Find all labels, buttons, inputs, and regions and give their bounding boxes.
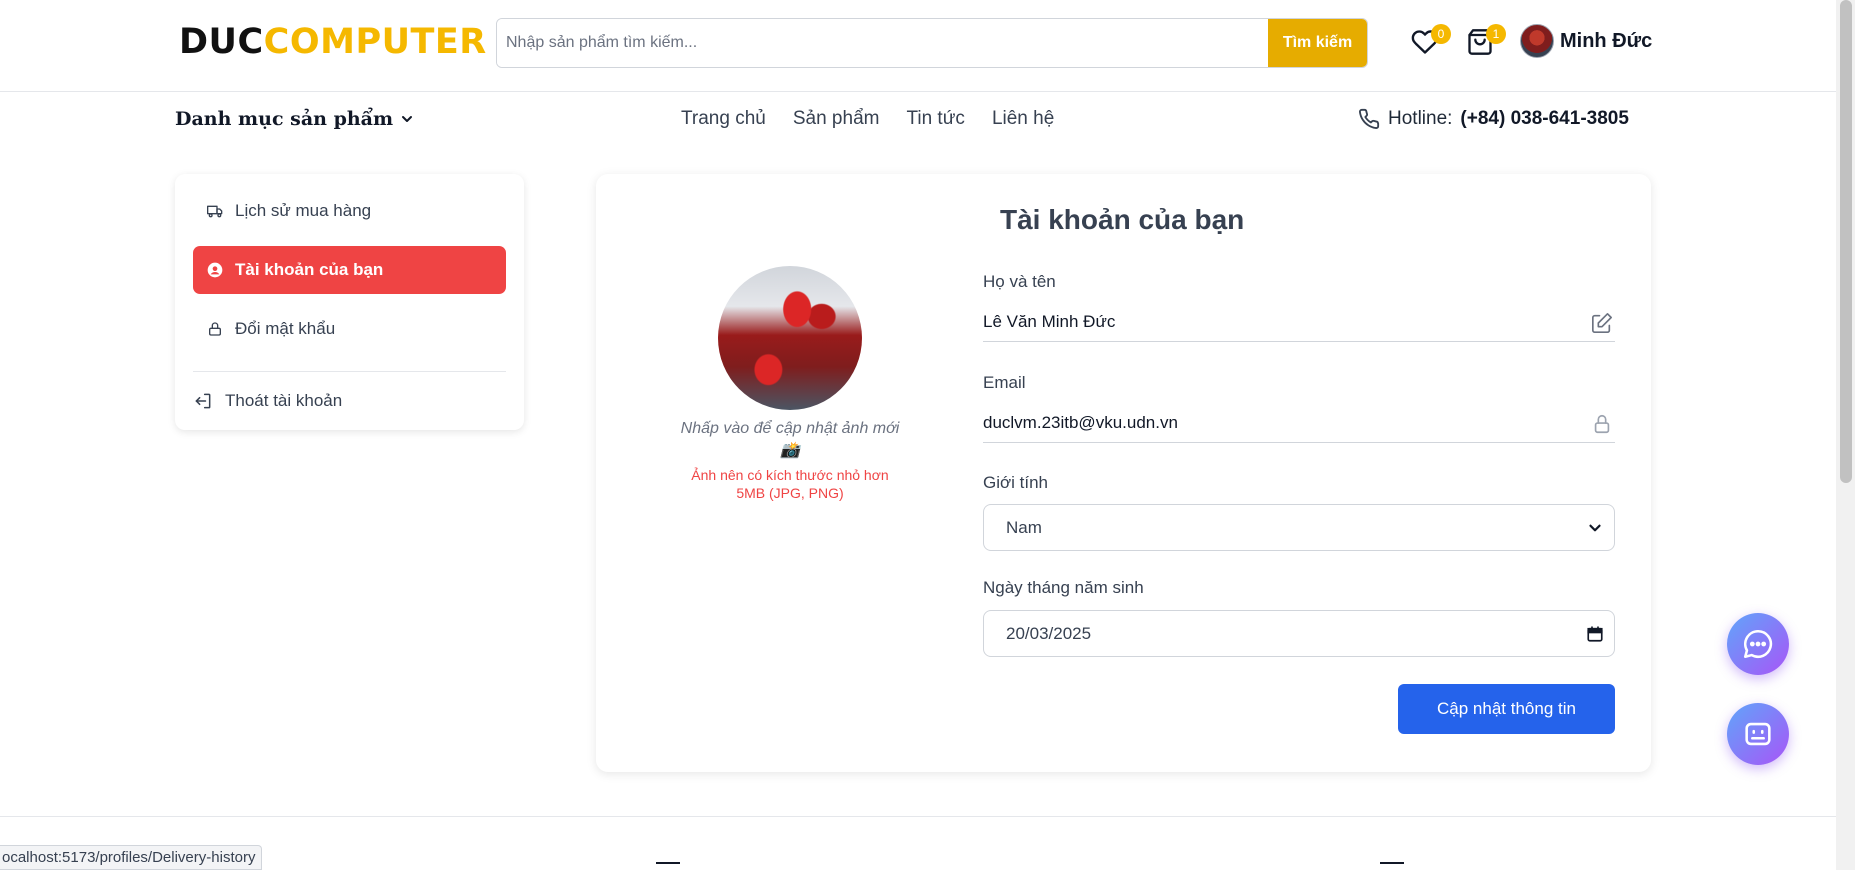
dob-value: 20/03/2025 [1006,623,1092,643]
nav-link-news[interactable]: Tin tức [906,108,964,130]
avatar-upload-hint: Nhấp vào để cập nhật ảnh mới 📸 [680,420,900,459]
wishlist-button[interactable]: 0 [1411,24,1451,58]
chatbot-button[interactable] [1727,703,1789,765]
phone-icon [1359,108,1380,129]
hotline: Hotline: (+84) 038-641-3805 [1358,108,1629,130]
dob-input[interactable]: 20/03/2025 [983,610,1615,657]
avatar [1520,24,1554,58]
profile-avatar-upload[interactable] [718,266,862,410]
user-name: Minh Đức [1560,29,1653,52]
logo-text-duc: DUC [179,22,264,62]
search-bar: Tìm kiếm [496,18,1368,68]
categories-dropdown[interactable]: Danh mục sản phẩm [175,108,415,130]
nav-link-home[interactable]: Trang chủ [681,108,766,130]
browser-status-url: ocalhost:5173/profiles/Delivery-history [0,845,263,870]
edit-icon[interactable] [1591,312,1613,334]
search-button[interactable]: Tìm kiếm [1268,19,1367,67]
sidebar-item-label: Đổi mật khẩu [235,319,336,338]
footer-heading-peek [656,862,680,870]
site-header: DUCCOMPUTER Tìm kiếm 0 1 Minh Đức [0,0,1836,92]
nav-link-products[interactable]: Sản phẩm [793,108,880,130]
sidebar-item-change-password[interactable]: Đổi mật khẩu [193,305,506,353]
sidebar-item-account[interactable]: Tài khoản của bạn [193,246,506,294]
cart-count-badge: 1 [1486,24,1506,44]
avatar-size-warning: Ảnh nên có kích thước nhỏ hơn 5MB (JPG, … [691,467,889,501]
fullname-label: Họ và tên [983,272,1056,291]
footer-divider [0,816,1836,817]
hotline-number[interactable]: (+84) 038-641-3805 [1460,108,1629,130]
cart-button[interactable]: 1 [1466,24,1506,58]
sidebar-item-purchase-history[interactable]: Lịch sử mua hàng [193,187,506,235]
update-profile-button[interactable]: Cập nhật thông tin [1398,684,1615,734]
calendar-icon[interactable] [1586,625,1604,643]
search-input[interactable] [497,19,1268,67]
sidebar-divider [193,371,506,372]
gender-select[interactable]: Nam [983,504,1615,551]
truck-icon [207,205,223,218]
fullname-value: Lê Văn Minh Đức [983,311,1116,331]
page-title: Tài khoản của bạn [1000,204,1245,235]
user-menu[interactable]: Minh Đức [1520,24,1652,58]
logout-button[interactable]: Thoát tài khoản [193,377,506,425]
categories-label: Danh mục sản phẩm [175,108,394,130]
main-nav: Danh mục sản phẩm Trang chủ Sản phẩm Tin… [0,92,1836,150]
chat-button[interactable] [1727,613,1789,675]
sidebar-item-label: Lịch sử mua hàng [235,201,372,220]
logo-text-computer: COMPUTER [263,22,487,62]
scrollbar-thumb[interactable] [1840,0,1852,483]
fullname-field[interactable]: Lê Văn Minh Đức [983,302,1615,342]
email-label: Email [983,373,1026,392]
bot-icon [1745,722,1771,746]
email-value: duclvm.23itb@vku.udn.vn [983,412,1178,432]
gender-value: Nam [1006,517,1042,537]
chat-bubble-icon [1743,629,1773,659]
footer-heading-peek [1380,862,1404,870]
nav-link-contact[interactable]: Liên hệ [992,108,1054,130]
chevron-down-icon [402,116,413,122]
lock-icon [1594,414,1610,434]
wishlist-count-badge: 0 [1431,24,1451,44]
profile-card: Tài khoản của bạn Nhấp vào để cập nhật ả… [596,174,1651,772]
logout-label: Thoát tài khoản [225,391,343,410]
gender-label: Giới tính [983,473,1049,492]
nav-links: Trang chủ Sản phẩm Tin tức Liên hệ [681,108,1054,130]
page-scrollbar[interactable] [1836,0,1855,870]
profile-sidebar: Lịch sử mua hàng Tài khoản của bạn Đổi m… [175,174,524,430]
lock-icon [209,322,221,336]
sidebar-item-label: Tài khoản của bạn [235,260,384,279]
site-logo[interactable]: DUCCOMPUTER [179,22,487,62]
email-field: duclvm.23itb@vku.udn.vn [983,403,1615,443]
user-circle-icon [207,262,223,278]
chevron-down-icon [1589,524,1601,532]
hotline-label: Hotline: [1388,108,1453,129]
logout-icon [195,393,211,409]
dob-label: Ngày tháng năm sinh [983,578,1144,597]
